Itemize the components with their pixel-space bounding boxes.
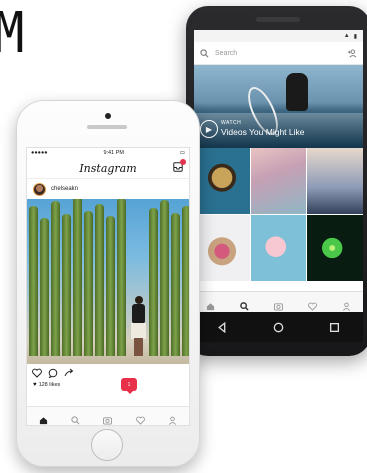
cactus-stalk (182, 206, 189, 356)
post-header[interactable]: chelseakn (27, 179, 189, 199)
camera-icon[interactable] (273, 298, 283, 311)
person-icon[interactable] (342, 298, 351, 311)
grid-tile[interactable] (250, 148, 307, 214)
logo-fragment: M (0, 6, 24, 62)
post-username[interactable]: chelseakn (51, 186, 78, 192)
activity-notification[interactable]: 1 (121, 378, 137, 394)
battery-icon: ▮ (353, 33, 357, 40)
cactus-stalk (62, 214, 71, 356)
home-icon[interactable] (206, 298, 215, 310)
search-icon[interactable] (240, 298, 249, 311)
cactus-stalk (73, 199, 82, 356)
android-search-bar[interactable]: Search (194, 42, 363, 65)
avatar[interactable] (33, 182, 46, 196)
app-title: Instagram (79, 161, 137, 175)
cactus-stalk (51, 201, 60, 356)
cactus-stalk (84, 211, 93, 356)
comment-icon[interactable] (48, 368, 58, 378)
android-tab-bar (194, 291, 363, 312)
cactus-stalk (40, 218, 49, 356)
heart-icon[interactable] (307, 298, 317, 311)
signal-icon: ●●●●● (31, 150, 48, 156)
heart-icon: ♥ (33, 382, 37, 388)
post-image[interactable] (27, 199, 189, 364)
play-icon[interactable]: ▶ (200, 120, 218, 138)
add-person-icon[interactable] (347, 48, 357, 58)
android-status-bar: ▲ ▮ (194, 30, 363, 42)
cactus-stalk (95, 204, 104, 356)
person-icon[interactable] (168, 412, 177, 425)
camera-icon[interactable] (103, 412, 113, 425)
iphone-home-button[interactable] (91, 429, 123, 461)
notification-count: 1 (127, 381, 131, 388)
front-camera (105, 113, 111, 119)
earpiece (87, 125, 127, 129)
likes-count[interactable]: ♥ 128 likes (27, 382, 189, 388)
search-icon[interactable] (71, 412, 80, 424)
person-figure (131, 296, 146, 356)
heart-icon[interactable] (135, 412, 145, 425)
iphone-tab-bar (27, 406, 189, 425)
android-screen: ▲ ▮ Search ▶ WATCH Videos You Might Like (194, 30, 363, 312)
grid-tile[interactable] (307, 148, 363, 214)
inbox-badge (180, 159, 186, 165)
recents-icon[interactable] (329, 322, 340, 333)
android-nav-bar (194, 312, 363, 342)
signal-icon: ▲ (343, 33, 350, 39)
home-icon[interactable] (39, 412, 48, 424)
likes-label: 128 likes (38, 382, 61, 388)
search-icon (200, 48, 209, 57)
cactus-stalk (106, 216, 115, 356)
grid-tile[interactable] (194, 215, 250, 281)
android-speaker (256, 17, 300, 22)
iphone-screen: ●●●●● 9:41 PM ▭ Instagram chelseakn ♥ 12… (26, 147, 190, 426)
android-phone: ▲ ▮ Search ▶ WATCH Videos You Might Like (186, 6, 367, 356)
home-icon[interactable] (273, 322, 284, 333)
explore-grid (194, 148, 363, 281)
share-icon[interactable] (64, 368, 74, 378)
iphone: ●●●●● 9:41 PM ▭ Instagram chelseakn ♥ 12… (16, 100, 200, 467)
cactus-stalk (117, 199, 126, 356)
grid-tile[interactable] (250, 215, 307, 281)
grid-tile[interactable] (194, 148, 250, 214)
featured-title: Videos You Might Like (221, 127, 305, 137)
status-time: 9:41 PM (103, 150, 124, 156)
battery-icon: ▭ (179, 150, 185, 156)
featured-video[interactable]: ▶ WATCH Videos You Might Like (194, 65, 363, 148)
cactus-stalk (149, 208, 158, 356)
surfer-figure (286, 73, 308, 111)
search-input[interactable]: Search (215, 50, 347, 57)
cactus-stalk (160, 200, 169, 356)
back-icon[interactable] (217, 321, 228, 333)
post-actions (27, 364, 189, 382)
grid-tile[interactable] (307, 215, 363, 281)
app-header: Instagram (27, 158, 189, 179)
featured-kicker: WATCH (221, 120, 242, 126)
like-icon[interactable] (32, 368, 42, 378)
iphone-status-bar: ●●●●● 9:41 PM ▭ (27, 148, 189, 158)
cactus-stalk (171, 213, 180, 356)
cactus-stalk (29, 206, 38, 356)
